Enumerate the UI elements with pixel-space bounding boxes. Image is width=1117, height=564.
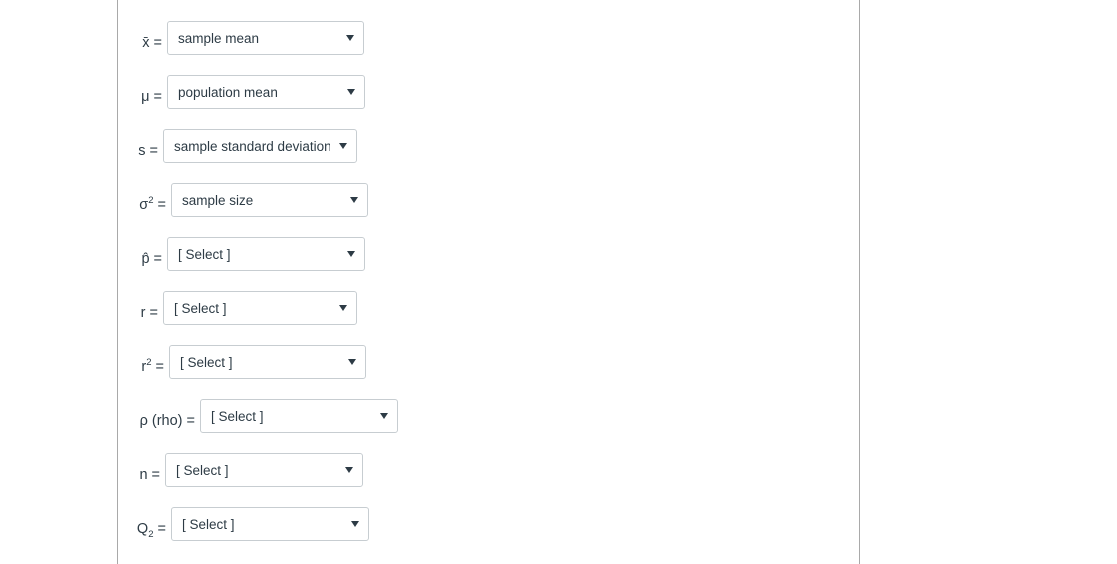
dropdown-value-sample-standard-deviation: sample standard deviation [174,138,330,154]
chevron-down-icon [351,521,359,527]
symbol-label-sigma-squared: σ2 = [139,195,166,214]
dropdown-value-r: [ Select ] [174,300,227,316]
chevron-down-icon [339,143,347,149]
symbol-matching-list: x̄ = sample mean μ = population mean s = samp… [118,11,859,551]
symbol-row: Q2 = [ Select ] [118,497,859,551]
chevron-down-icon [345,467,353,473]
dropdown-value-sigma-squared: sample size [182,192,254,208]
chevron-down-icon [380,413,388,419]
chevron-down-icon [348,359,356,365]
symbol-label-n: n = [139,467,160,484]
dropdown-sigma-squared[interactable]: sample size [171,183,368,217]
symbol-row: μ = population mean [118,65,859,119]
dropdown-sample-mean[interactable]: sample mean [167,21,364,55]
symbol-row: σ2 = sample size [118,173,859,227]
dropdown-n[interactable]: [ Select ] [165,453,363,487]
symbol-label-r: r = [140,305,158,322]
dropdown-value-population-mean: population mean [178,84,278,100]
symbol-label-sample-standard-deviation: s = [138,143,158,160]
question-content: x̄ = sample mean μ = population mean s = samp… [118,0,859,564]
symbol-label-population-mean: μ = [141,89,162,106]
dropdown-r-squared[interactable]: [ Select ] [169,345,366,379]
symbol-row: ρ (rho) = [ Select ] [118,389,859,443]
symbol-row: r = [ Select ] [118,281,859,335]
dropdown-value-p-hat: [ Select ] [178,246,231,262]
symbol-label-q2: Q2 = [136,521,166,541]
dropdown-value-n: [ Select ] [176,462,229,478]
symbol-label-p-hat: p̂ = [141,251,162,268]
symbol-row: p̂ = [ Select ] [118,227,859,281]
symbol-row: s = sample standard deviation [118,119,859,173]
dropdown-p-hat[interactable]: [ Select ] [167,237,365,271]
symbol-label-r-squared: r2 = [141,357,164,376]
chevron-down-icon [346,35,354,41]
dropdown-value-q2: [ Select ] [182,516,235,532]
dropdown-population-mean[interactable]: population mean [167,75,365,109]
right-column-rule [859,0,860,564]
dropdown-value-sample-mean: sample mean [178,30,260,46]
dropdown-value-r-squared: [ Select ] [180,354,233,370]
symbol-label-rho: ρ (rho) = [139,413,195,430]
dropdown-value-rho: [ Select ] [211,408,264,424]
chevron-down-icon [339,305,347,311]
dropdown-q2[interactable]: [ Select ] [171,507,369,541]
chevron-down-icon [347,89,355,95]
dropdown-sample-standard-deviation[interactable]: sample standard deviation [163,129,357,163]
chevron-down-icon [350,197,358,203]
question-page: x̄ = sample mean μ = population mean s = samp… [0,0,1117,564]
chevron-down-icon [347,251,355,257]
symbol-row: n = [ Select ] [118,443,859,497]
symbol-row: r2 = [ Select ] [118,335,859,389]
dropdown-r[interactable]: [ Select ] [163,291,357,325]
symbol-row: x̄ = sample mean [118,11,859,65]
dropdown-rho[interactable]: [ Select ] [200,399,398,433]
symbol-label-sample-mean: x̄ = [142,35,162,52]
